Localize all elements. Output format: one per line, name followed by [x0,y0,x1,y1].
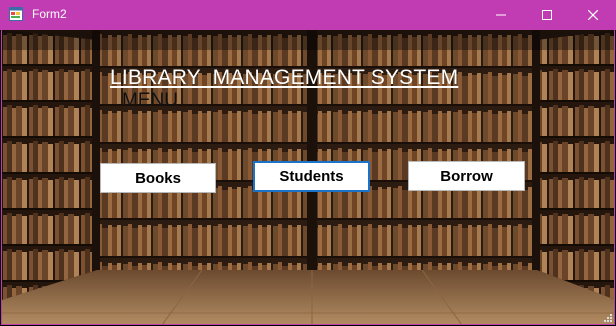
maximize-icon [542,10,552,20]
maximize-button[interactable] [524,0,570,30]
minimize-icon [496,14,506,16]
menu-label: MENU [122,90,178,111]
borrow-button[interactable]: Borrow [408,161,525,191]
app-form-icon [9,7,23,21]
close-icon [588,10,598,20]
form-client-area: LIBRARY MANAGEMENT SYSTEM MENU Books Stu… [1,30,615,325]
close-button[interactable] [570,0,616,30]
students-button[interactable]: Students [253,161,370,192]
page-title: LIBRARY MANAGEMENT SYSTEM [110,66,459,89]
title-bar[interactable]: Form2 [0,0,616,30]
resize-grip-icon[interactable] [602,312,612,322]
books-button[interactable]: Books [100,163,216,193]
window-title: Form2 [32,7,67,21]
minimize-button[interactable] [478,0,524,30]
form-window: Form2 LIBRARY MANAGEMENT SYSTEM MENU Boo… [0,0,616,326]
